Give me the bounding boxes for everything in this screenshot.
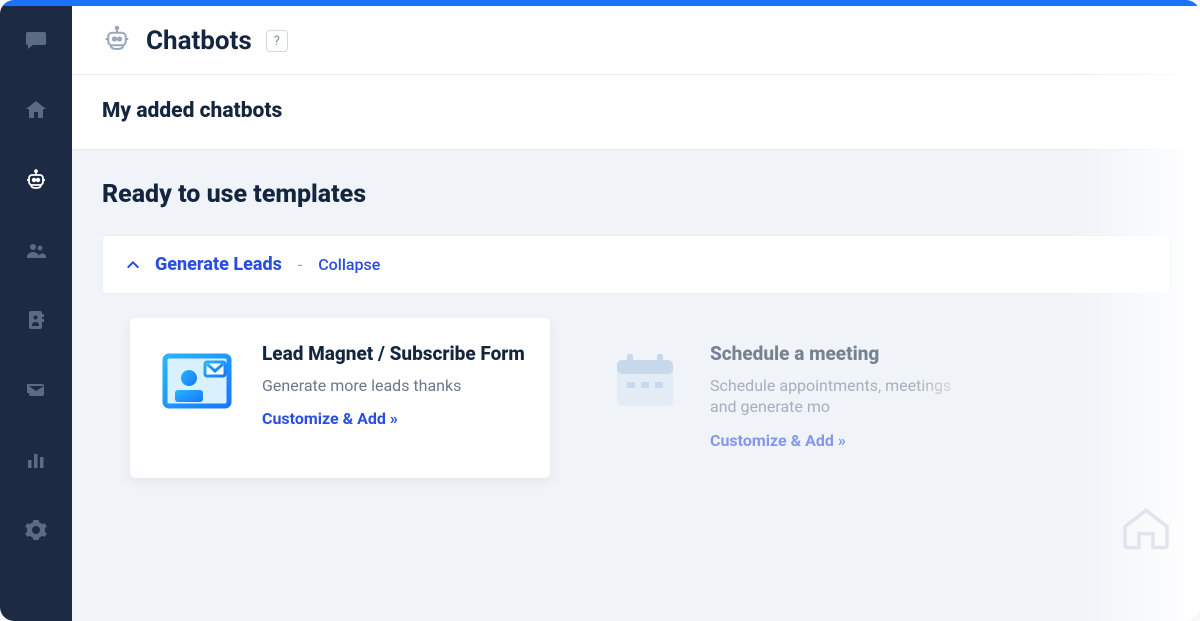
card-description: Generate more leads thanks — [262, 376, 526, 395]
group-toggle[interactable]: Generate Leads - Collapse — [103, 236, 1169, 293]
mail-icon — [24, 378, 48, 406]
people-icon — [24, 238, 48, 266]
sidebar-item-analytics[interactable] — [14, 440, 58, 484]
sidebar-item-home[interactable] — [14, 90, 58, 134]
customize-add-link[interactable]: Customize & Add » — [710, 431, 846, 450]
sidebar-item-chatbots[interactable] — [14, 160, 58, 204]
gear-icon — [24, 518, 48, 546]
bot-icon — [24, 168, 48, 196]
my-added-section: My added chatbots — [72, 75, 1200, 150]
chat-icon — [24, 28, 48, 56]
card-description: Schedule appointments, meetings and gene… — [710, 376, 974, 418]
template-cards-row: Lead Magnet / Subscribe Form Generate mo… — [102, 294, 1170, 506]
analytics-icon — [24, 448, 48, 476]
sidebar-item-chat[interactable] — [14, 20, 58, 64]
group-toggle-label: Collapse — [318, 255, 380, 274]
group-title: Generate Leads — [155, 254, 282, 275]
my-added-title: My added chatbots — [102, 99, 1170, 123]
help-icon: ? — [274, 34, 280, 49]
sidebar-item-people[interactable] — [14, 230, 58, 274]
card-title: Schedule a meeting — [710, 342, 974, 366]
template-group-generate-leads: Generate Leads - Collapse — [102, 235, 1170, 294]
sidebar-item-settings[interactable] — [14, 510, 58, 554]
group-separator: - — [298, 255, 302, 274]
customize-add-link[interactable]: Customize & Add » — [262, 409, 398, 428]
contacts-icon — [24, 308, 48, 336]
bot-header-icon — [102, 24, 132, 58]
sidebar — [0, 6, 72, 621]
lead-card-icon — [154, 342, 240, 456]
sidebar-item-contacts[interactable] — [14, 300, 58, 344]
home-icon — [24, 98, 48, 126]
corner-home-icon — [1118, 501, 1174, 561]
help-button[interactable]: ? — [266, 30, 288, 52]
template-card-lead-magnet[interactable]: Lead Magnet / Subscribe Form Generate mo… — [130, 318, 550, 478]
card-title: Lead Magnet / Subscribe Form — [262, 342, 526, 366]
templates-title: Ready to use templates — [102, 180, 1170, 209]
main: Chatbots ? My added chatbots Ready to us… — [72, 6, 1200, 621]
app-window: Chatbots ? My added chatbots Ready to us… — [0, 0, 1200, 621]
template-card-schedule-meeting[interactable]: Schedule a meeting Schedule appointments… — [578, 318, 998, 478]
templates-section: Ready to use templates Generate Leads - … — [72, 150, 1200, 621]
card-text: Lead Magnet / Subscribe Form Generate mo… — [262, 342, 526, 456]
sidebar-item-mail[interactable] — [14, 370, 58, 414]
card-text: Schedule a meeting Schedule appointments… — [710, 342, 974, 456]
calendar-icon — [602, 342, 688, 456]
chevron-up-icon — [125, 257, 141, 273]
page-header: Chatbots ? — [72, 6, 1200, 75]
app-body: Chatbots ? My added chatbots Ready to us… — [0, 6, 1200, 621]
page-title: Chatbots — [146, 26, 252, 56]
